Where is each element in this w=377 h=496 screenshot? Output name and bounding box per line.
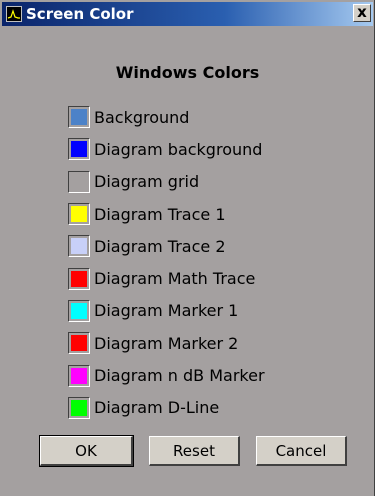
color-item-label: Diagram Marker 2	[94, 333, 239, 353]
color-swatch[interactable]	[68, 170, 90, 193]
swatch-fill	[71, 238, 87, 255]
color-item-diagram-trace-2[interactable]: Diagram Trace 2	[68, 230, 265, 262]
swatch-fill	[71, 367, 87, 384]
reset-button[interactable]: Reset	[149, 436, 240, 466]
color-item-label: Diagram n dB Marker	[94, 366, 265, 386]
swatch-fill	[71, 141, 87, 158]
color-item-diagram-marker-2[interactable]: Diagram Marker 2	[68, 327, 265, 359]
close-button[interactable]: x	[353, 4, 371, 22]
color-item-background[interactable]: Background	[68, 101, 265, 133]
swatch-fill	[71, 399, 87, 416]
color-item-label: Diagram Trace 2	[94, 236, 226, 256]
screen-color-dialog: Screen Color x Windows Colors Background…	[0, 0, 375, 496]
color-swatch[interactable]	[68, 332, 90, 355]
color-item-diagram-math-trace[interactable]: Diagram Math Trace	[68, 262, 265, 294]
spectrum-icon	[6, 6, 22, 22]
color-item-label: Diagram background	[94, 139, 263, 159]
color-item-diagram-trace-1[interactable]: Diagram Trace 1	[68, 198, 265, 230]
color-swatch[interactable]	[68, 267, 90, 290]
color-swatch[interactable]	[68, 299, 90, 322]
swatch-fill	[71, 270, 87, 287]
cancel-button[interactable]: Cancel	[256, 436, 347, 466]
color-swatch[interactable]	[68, 203, 90, 226]
swatch-fill	[71, 335, 87, 352]
color-list: Background Diagram background Diagram gr…	[68, 101, 265, 424]
section-heading: Windows Colors	[115, 63, 260, 82]
color-item-label: Diagram Math Trace	[94, 269, 256, 289]
swatch-fill	[71, 173, 87, 190]
color-item-diagram-background[interactable]: Diagram background	[68, 133, 265, 165]
color-item-diagram-grid[interactable]: Diagram grid	[68, 166, 265, 198]
color-item-diagram-marker-1[interactable]: Diagram Marker 1	[68, 295, 265, 327]
swatch-fill	[71, 109, 87, 126]
color-item-label: Diagram D-Line	[94, 398, 220, 418]
color-swatch[interactable]	[68, 364, 90, 387]
color-item-label: Diagram grid	[94, 172, 200, 192]
color-item-diagram-n-db-marker[interactable]: Diagram n dB Marker	[68, 359, 265, 391]
color-item-label: Background	[94, 107, 190, 127]
color-item-label: Diagram Trace 1	[94, 204, 226, 224]
swatch-fill	[71, 206, 87, 223]
window-title: Screen Color	[26, 5, 134, 23]
button-row: OK Reset Cancel	[0, 435, 375, 467]
color-swatch[interactable]	[68, 106, 90, 129]
close-icon: x	[357, 3, 367, 21]
color-swatch[interactable]	[68, 138, 90, 161]
color-item-diagram-d-line[interactable]: Diagram D-Line	[68, 392, 265, 424]
swatch-fill	[71, 302, 87, 319]
title-bar[interactable]: Screen Color x	[2, 2, 373, 26]
color-item-label: Diagram Marker 1	[94, 301, 239, 321]
color-swatch[interactable]	[68, 396, 90, 419]
color-swatch[interactable]	[68, 235, 90, 258]
ok-button[interactable]: OK	[39, 435, 134, 467]
